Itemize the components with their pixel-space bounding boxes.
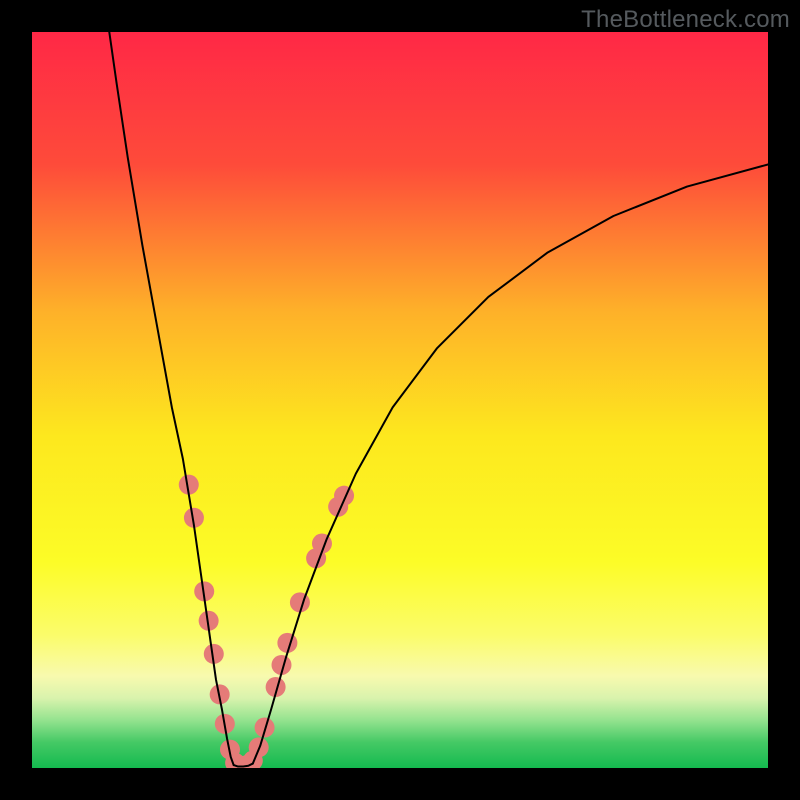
watermark-text: TheBottleneck.com (581, 6, 790, 34)
highlight-dot (334, 486, 354, 506)
gradient-background (32, 32, 768, 768)
highlight-dot (290, 592, 310, 612)
chart-frame: TheBottleneck.com (0, 0, 800, 800)
chart-svg (32, 32, 768, 768)
plot-area (32, 32, 768, 768)
